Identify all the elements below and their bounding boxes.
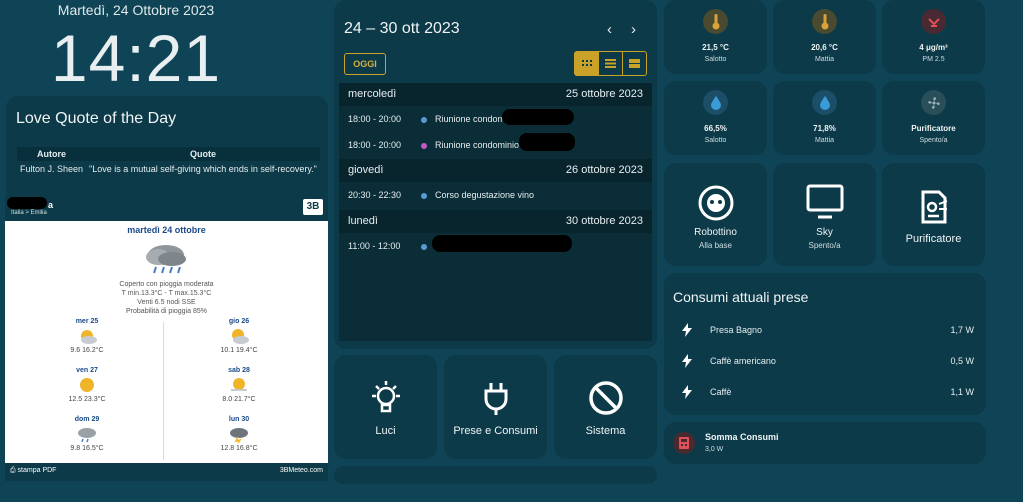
quote-author: Fulton J. Sheen [20,164,84,174]
3bmeteo-link[interactable]: 3BMeteo.com [280,467,323,474]
forecast-day: lun 30 12.8 16.8°C [220,416,258,452]
print-pdf-link[interactable]: ⎙ stampa PDF [10,467,56,475]
forecast-day: gio 26 10.1 19.4°C [220,318,258,354]
day-header: lunedì 30 ottobre 2023 [339,210,652,233]
week-view-button[interactable] [599,52,623,75]
cloud-rain-icon [146,245,186,274]
weather-header: a Italia > Emilia 3B [5,195,328,221]
robot-vacuum-icon [698,185,733,221]
current-date: Martedì, 24 Ottobre 2023 [57,2,215,18]
sky-button[interactable]: Sky Spento/a [773,163,876,266]
view-switcher [574,51,647,76]
consumi-row[interactable]: Caffè 1,1 W [664,383,986,403]
weather-breadcrumb: Italia > Emilia [11,210,47,216]
forecast-day: ven 27 12.5 23.3°C [68,367,106,403]
sistema-button[interactable]: Sistema [554,355,657,459]
forecast-divider [163,322,164,460]
weather-description: Coperto con pioggia moderata T min.13.3°… [119,281,214,315]
water-drop-icon [812,90,837,115]
clock: 14:21 [50,21,222,95]
power-plug-icon [484,383,507,415]
sensor-pm25[interactable]: 4 μg/m³ PM 2.5 [882,0,985,74]
consumi-row[interactable]: Presa Bagno 1,7 W [664,321,986,341]
sun-cloud-icon [232,329,249,344]
sensor-temp-mattia[interactable]: 20,6 °C Mattia [773,0,876,74]
consumi-card: Consumi attuali prese Presa Bagno 1,7 W … [664,273,986,415]
redacted-block [432,235,572,252]
empty-card [334,466,657,484]
quote-col-quote: Quote [86,147,320,161]
event-dot [421,143,427,149]
quote-table: Autore Quote Fulton J. Sheen "Love is a … [17,147,320,177]
split-icon [629,59,640,68]
cancel-icon [588,381,623,415]
month-view-button[interactable] [575,52,599,75]
printer-icon: ⎙ [10,467,18,474]
weather-location: a [48,200,54,210]
event-dot [421,244,427,250]
somma-consumi-card[interactable]: Somma Consumi 3,0 W [664,422,986,464]
purificatore-button[interactable]: Purificatore [882,163,985,266]
sensor-humidity-mattia[interactable]: 71,8% Mattia [773,81,876,155]
cloud-rain-icon [78,428,96,443]
redacted-block [502,109,574,125]
lightbulb-icon [371,381,400,413]
weather-footer: ⎙ stampa PDF 3BMeteo.com [5,463,328,481]
redacted-block [519,133,575,151]
water-drop-icon [703,90,728,115]
thermometer-icon [812,9,837,34]
flash-icon [682,385,692,399]
luci-button[interactable]: Luci [334,355,437,459]
quote-card: Love Quote of the Day Autore Quote Fulto… [6,96,328,202]
calculator-icon [673,432,695,454]
sun-cloud-icon [81,330,97,344]
today-button[interactable]: OGGI [344,53,386,75]
sensor-humidity-salotto[interactable]: 66,5% Salotto [664,81,767,155]
chevron-left-icon[interactable]: ‹ [607,21,612,38]
list-icon [605,59,616,68]
robottino-button[interactable]: Robottino Alla base [664,163,767,266]
sun-icon [80,378,94,392]
quote-text: "Love is a mutual self-giving which ends… [89,164,317,174]
forecast-day: mer 25 9.6 16.2°C [70,318,104,354]
quote-title: Love Quote of the Day [16,110,177,127]
flash-icon [682,323,692,337]
television-icon [806,184,843,219]
grid-icon [581,59,592,66]
day-header: mercoledì 25 ottobre 2023 [339,83,652,106]
consumi-row[interactable]: Caffè americano 0,5 W [664,352,986,372]
chevron-right-icon[interactable]: › [631,21,636,38]
weather-widget: a Italia > Emilia 3B martedì 24 ottobre … [5,195,328,481]
quote-col-author: Autore [17,147,87,161]
day-header: giovedì 26 ottobre 2023 [339,159,652,182]
consumi-title: Consumi attuali prese [673,289,809,305]
sensor-temp-salotto[interactable]: 21,5 °C Salotto [664,0,767,74]
fan-icon [921,90,946,115]
thermometer-icon [703,9,728,34]
air-quality-icon [921,9,946,34]
prese-consumi-button[interactable]: Prese e Consumi [444,355,547,459]
air-purifier-icon [921,190,947,224]
weather-today: martedì 24 ottobre [127,225,206,235]
sensor-purificatore[interactable]: Purificatore Spento/a [882,81,985,155]
calendar-card: 24 – 30 ott 2023 ‹ › OGGI mercoledì 25 o… [334,0,657,349]
3bmeteo-logo[interactable]: 3B [303,199,323,215]
event-list: mercoledì 25 ottobre 2023 18:00 - 20:00 … [339,83,652,341]
day-view-button[interactable] [623,52,646,75]
redacted-block [7,197,47,209]
forecast-day: sab 28 8.0 21.7°C [222,367,256,403]
sun-haze-icon [231,378,247,391]
forecast-day: dom 29 9.8 16.5°C [70,416,104,452]
event-dot [421,117,427,123]
flash-icon [682,354,692,368]
event-dot [421,193,427,199]
calendar-range: 24 – 30 ott 2023 [344,20,460,37]
storm-icon [230,428,248,443]
